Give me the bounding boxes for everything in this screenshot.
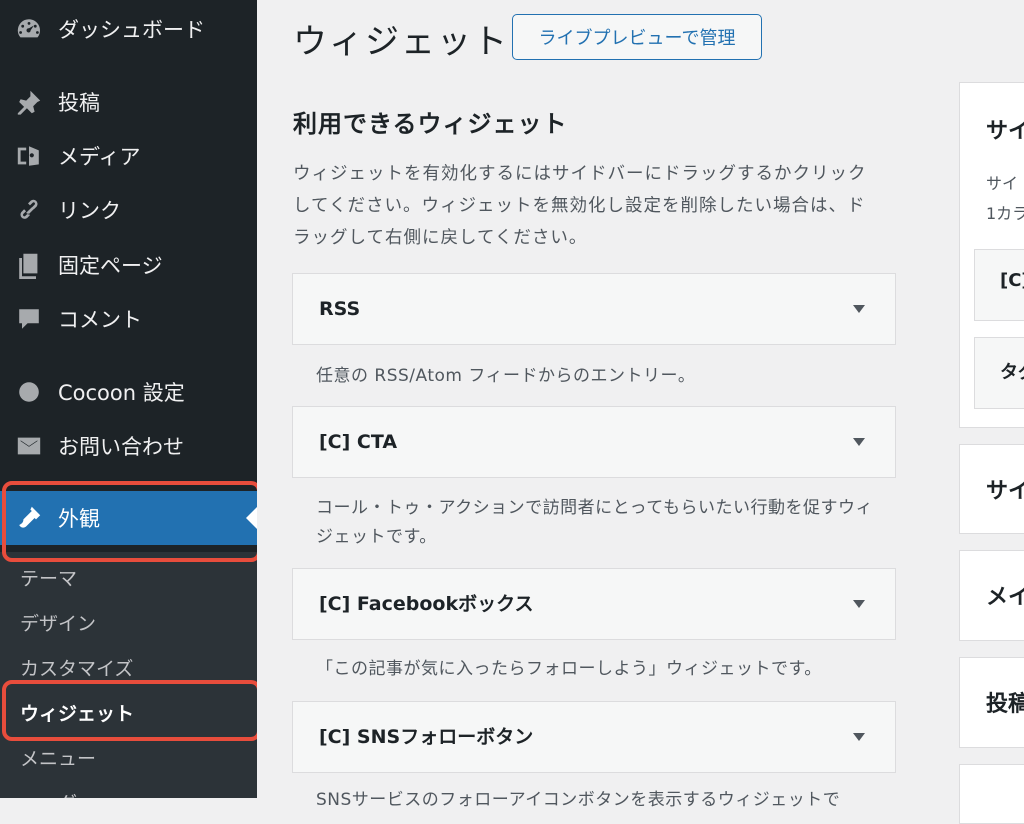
brush-icon [14, 503, 44, 533]
sidebar-item-dashboard[interactable]: ダッシュボード [0, 2, 257, 56]
sidebar-item-label: 外観 [58, 507, 100, 531]
widget-rss[interactable]: RSS [292, 273, 896, 345]
sidebar-item-comments[interactable]: コメント [0, 292, 257, 346]
available-widgets-heading: 利用できるウィジェット [293, 110, 568, 138]
widget-facebook-box[interactable]: [C] Facebookボックス [292, 568, 896, 640]
widget-area-panel[interactable] [959, 764, 1024, 824]
widget-area-panel[interactable]: 投稿 [959, 657, 1024, 748]
sidebar-item-label: メディア [58, 145, 141, 169]
submenu-item-customize[interactable]: カスタマイズ [20, 654, 133, 681]
sidebar-item-links[interactable]: リンク [0, 183, 257, 237]
sidebar-widget-item[interactable]: タグ [974, 337, 1024, 409]
sidebar-item-posts[interactable]: 投稿 [0, 75, 257, 129]
panel-title: サイ [986, 479, 1024, 504]
submenu-item-menus[interactable]: メニュー [20, 744, 96, 771]
sidebar-item-label: リンク [58, 199, 121, 223]
sidebar-area-title[interactable]: サイ [986, 113, 1024, 145]
widget-area-panel[interactable]: サイ [959, 444, 1024, 534]
widget-title: [C] [1000, 270, 1024, 291]
sidebar-area-desc-line1: サイ [986, 174, 1019, 193]
expand-arrow-icon[interactable] [853, 438, 865, 446]
widget-area-panel[interactable]: メイ [959, 550, 1024, 641]
sidebar-item-pages[interactable]: 固定ページ [0, 238, 257, 292]
sidebar-item-label: ダッシュボード [58, 18, 205, 42]
live-preview-button[interactable]: ライブプレビューで管理 [512, 14, 762, 60]
widget-description: 「この記事が気に入ったらフォローしよう」ウィジェットです。 [316, 659, 822, 679]
widget-description: 任意の RSS/Atom フィードからのエントリー。 [316, 366, 696, 386]
sidebar-item-label: お問い合わせ [58, 435, 184, 459]
admin-sidebar: ダッシュボード 投稿 メディア リンク 固定ページ コメント Cocoon 設定… [0, 0, 257, 798]
expand-arrow-icon[interactable] [853, 600, 865, 608]
link-icon [14, 195, 44, 225]
widget-description: SNSサービスのフォローアイコンボタンを表示するウィジェットで [316, 790, 841, 810]
circle-icon [14, 377, 44, 407]
panel-title: メイ [986, 585, 1024, 610]
sidebar-item-label: 投稿 [58, 91, 100, 115]
submenu-item-widgets[interactable]: ウィジェット [20, 699, 134, 726]
active-caret-icon [246, 507, 257, 529]
widget-sns-follow[interactable]: [C] SNSフォローボタン [292, 701, 896, 773]
sidebar-item-label: 固定ページ [58, 254, 163, 278]
expand-arrow-icon[interactable] [853, 305, 865, 313]
submenu-item-themes[interactable]: テーマ [20, 564, 77, 591]
page-title: ウィジェット [293, 22, 509, 62]
sidebar-item-appearance[interactable]: 外観 [0, 491, 257, 545]
appearance-submenu: テーマ デザイン カスタマイズ ウィジェット メニュー ヘッダー [0, 552, 257, 798]
available-widgets-description: ウィジェットを有効化するにはサイドバーにドラッグするかクリックしてください。ウィ… [293, 164, 867, 248]
comment-icon [14, 304, 44, 334]
dashboard-icon [14, 14, 44, 44]
sidebar-item-label: Cocoon 設定 [58, 381, 185, 405]
sidebar-item-label: コメント [58, 308, 142, 332]
pages-icon [14, 250, 44, 280]
panel-title: 投稿 [986, 692, 1024, 717]
media-icon [14, 141, 44, 171]
sidebar-item-media[interactable]: メディア [0, 129, 257, 183]
widget-title: タグ [1000, 362, 1024, 383]
widget-description: コール・トゥ・アクションで訪問者にとってもらいたい行動を促すウィジェットです。 [316, 498, 873, 547]
submenu-item-header[interactable]: ヘッダー [20, 789, 96, 798]
sidebar-item-contact[interactable]: お問い合わせ [0, 419, 257, 473]
widget-title: [C] CTA [319, 431, 398, 453]
sidebar-area-desc-line2: 1カラ [986, 204, 1024, 223]
widget-title: RSS [319, 298, 361, 320]
submenu-item-design[interactable]: デザイン [20, 609, 96, 636]
sidebar-widget-item[interactable]: [C] [974, 249, 1024, 321]
widget-title: [C] Facebookボックス [319, 593, 534, 615]
widget-title: [C] SNSフォローボタン [319, 726, 534, 748]
mail-icon [14, 431, 44, 461]
pin-icon [14, 87, 44, 117]
expand-arrow-icon[interactable] [853, 733, 865, 741]
sidebar-item-cocoon-settings[interactable]: Cocoon 設定 [0, 365, 257, 419]
widget-cta[interactable]: [C] CTA [292, 406, 896, 478]
